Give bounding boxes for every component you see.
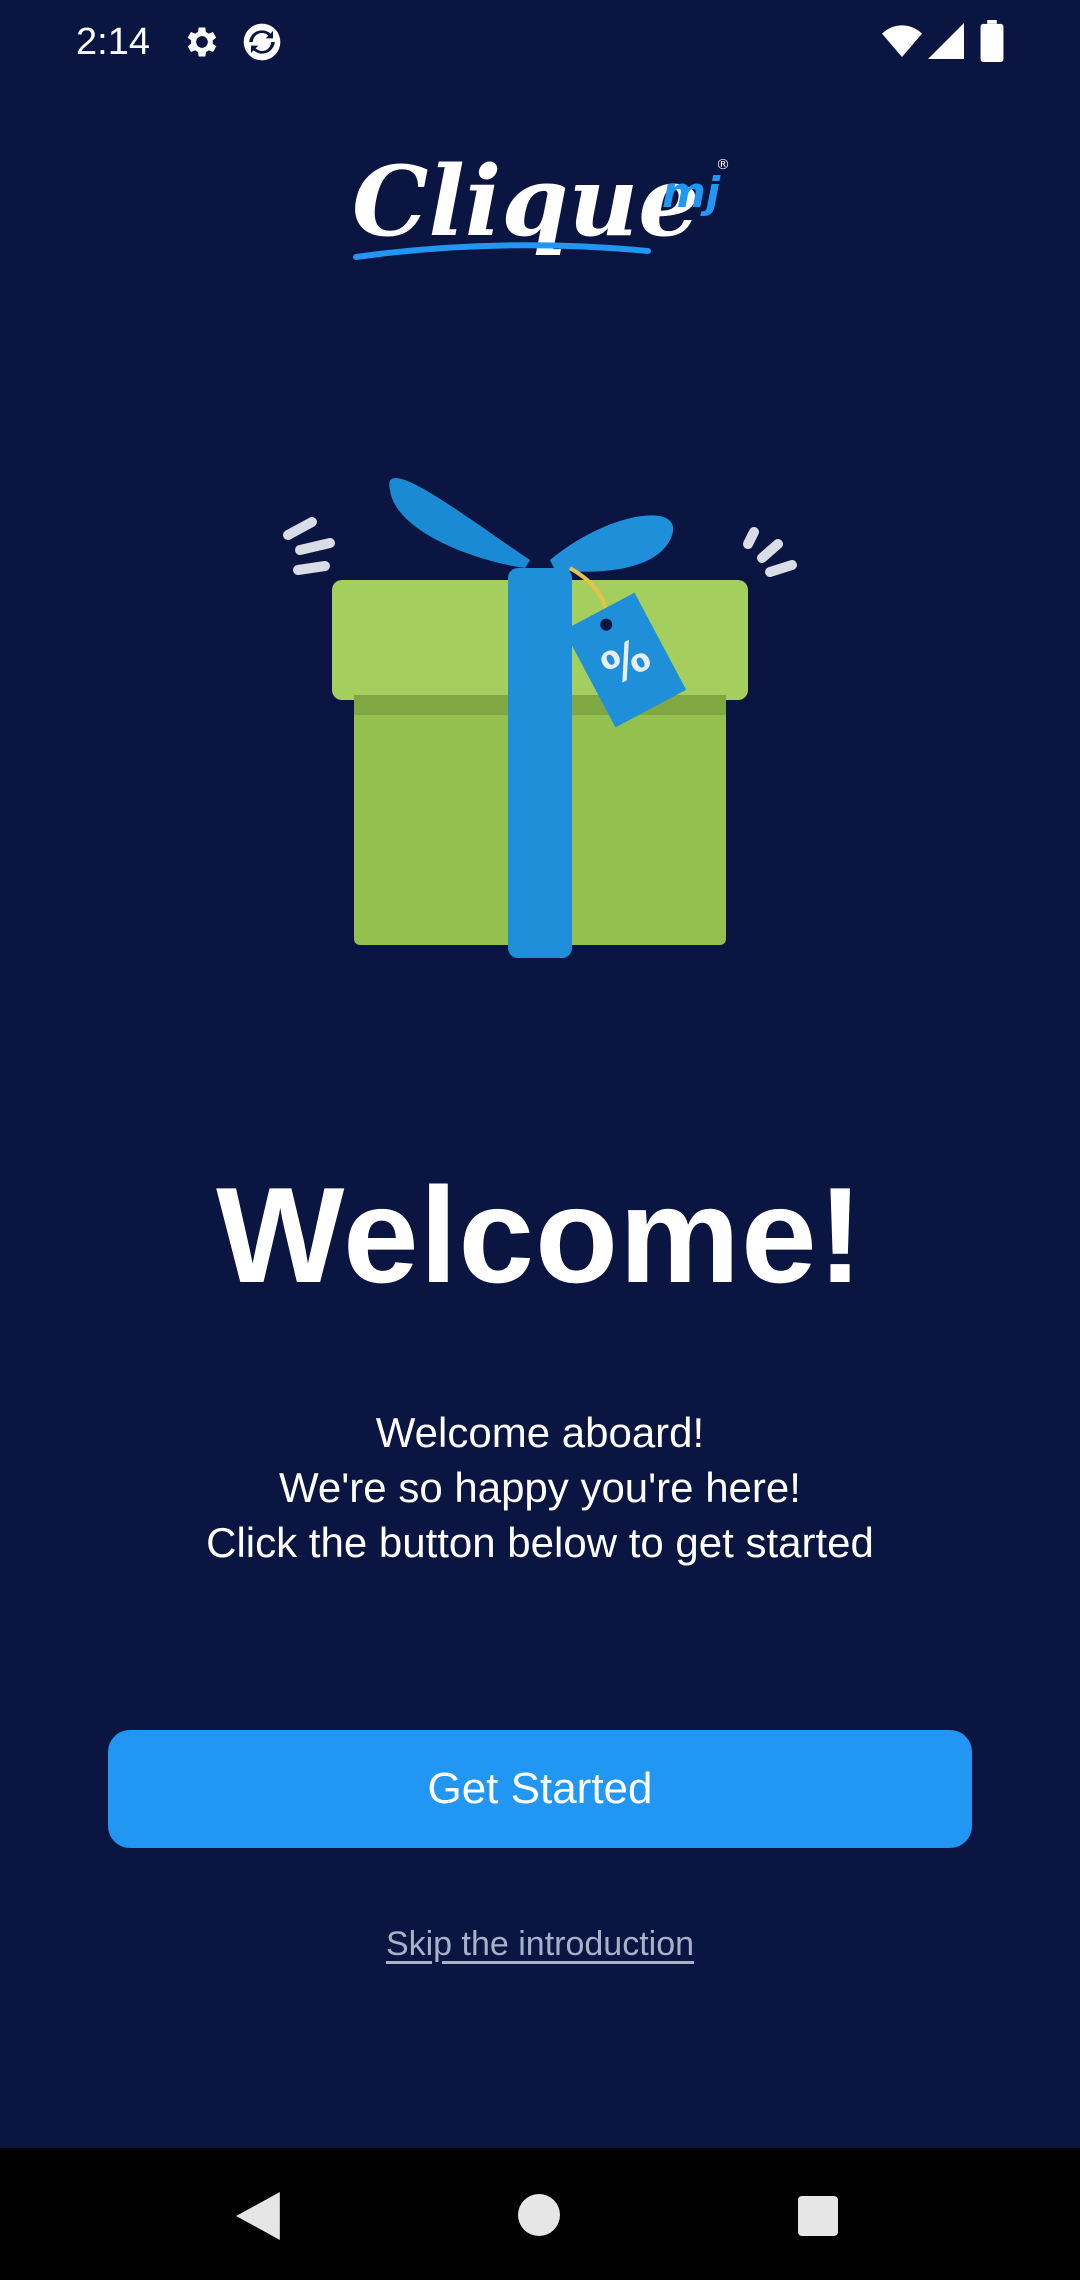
get-started-label: Get Started <box>427 1764 653 1813</box>
back-icon[interactable] <box>236 2192 280 2240</box>
logo-registered: ® <box>716 157 730 173</box>
welcome-line-3: Click the button below to get started <box>206 1519 874 1566</box>
logo-brand: Clique <box>352 145 699 258</box>
gift-box-icon: % <box>283 478 797 958</box>
recents-icon[interactable] <box>798 2196 838 2236</box>
clique-mj-logo: Clique mj ® <box>352 145 730 260</box>
welcome-line-1: Welcome aboard! <box>375 1409 705 1456</box>
sync-icon <box>243 23 281 61</box>
status-bar: 2:14 <box>0 0 1080 84</box>
welcome-title: Welcome! <box>216 1159 864 1311</box>
welcome-message: Welcome aboard! We're so happy you're he… <box>60 1405 1020 1570</box>
welcome-line-2: We're so happy you're here! <box>279 1464 801 1511</box>
navigation-bar <box>0 2148 1080 2280</box>
cell-signal-icon <box>928 23 964 59</box>
home-icon[interactable] <box>518 2194 560 2236</box>
settings-gear-icon <box>187 27 217 57</box>
get-started-button[interactable]: Get Started <box>108 1730 972 1848</box>
skip-introduction-link[interactable]: Skip the introduction <box>0 1925 1080 1964</box>
battery-icon <box>980 20 1004 62</box>
status-time: 2:14 <box>76 21 150 63</box>
wifi-icon <box>882 25 922 57</box>
logo-suffix: mj <box>662 168 721 217</box>
